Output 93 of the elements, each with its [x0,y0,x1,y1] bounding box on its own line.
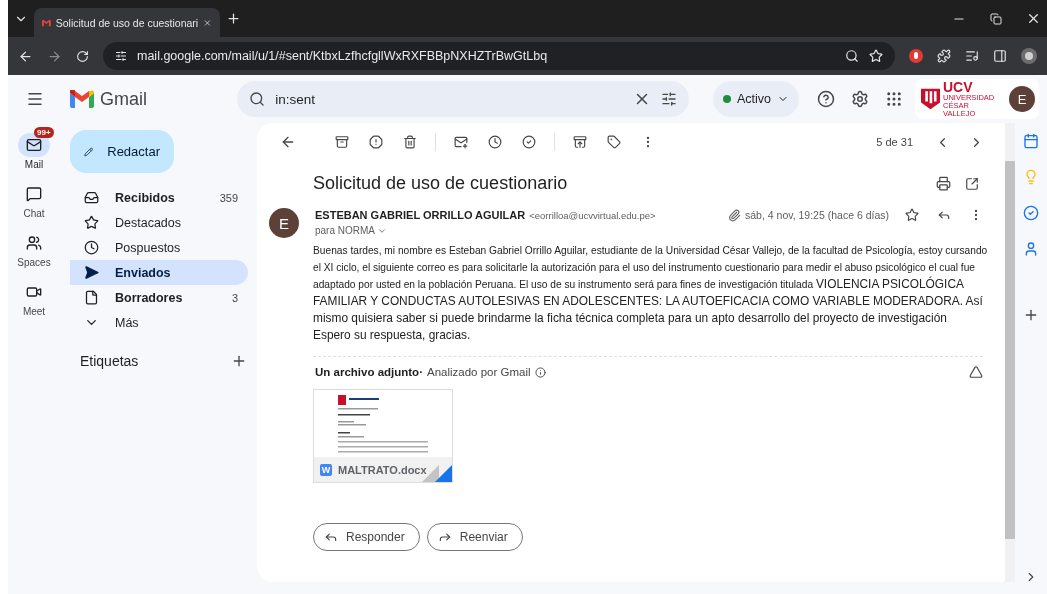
reload-icon[interactable] [76,49,89,63]
message-subject: Solicitud de uso de cuestionario [313,173,569,194]
sender-name: ESTEBAN GABRIEL ORRILLO AGUILAR [315,209,526,221]
profile-icon[interactable] [1021,48,1037,64]
mark-unread-icon[interactable] [454,135,468,149]
star-icon[interactable] [905,208,919,222]
contacts-icon[interactable] [1023,241,1039,257]
compose-button[interactable]: Redactar [70,130,174,173]
folder-item[interactable]: Más [70,310,248,335]
label-icon[interactable] [607,135,621,149]
add-icon[interactable] [1023,307,1039,323]
message-paragraph: Buenas tardes, mi nombre es Esteban Gabriel Orrillo Aguilar, estudiante de la Universidad César Vallejo, de la facultad de Psicología, estoy cursando el XI ciclo, el siguiente correo es para solicitarle la autorización para el uso del instrumento cuestionario para medir el abuso psicológico el cual fue adaptado por usted en la población Peruana. El uso de su instrumento será para fines de investigación titulada VIOLENCIA PSICOLÓGICA FAMILIAR Y CONDUCTAS AUTOLESIVAS EN ADOLESCENTES: LA AUTOEFICACIA COMO VARIABLE MODERADORA. Así mismo quisiera saber si puede brindarme la ficha técnica completa para un apto desarrollo del proyecto de investigación [313,244,989,327]
forward-button[interactable]: Reenviar [426,523,523,551]
new-window-icon[interactable] [965,176,979,191]
document-icon [84,290,99,305]
file-name: MALTRATO.docx [338,463,427,476]
message-date: sáb, 4 nov, 19:25 (hace 6 días) [745,209,889,221]
close-icon[interactable] [1026,11,1041,26]
shield-logo-icon [921,87,940,111]
scrollbar-thumb[interactable] [1005,161,1015,539]
people-icon [26,235,42,251]
labels-heading: Etiquetas [80,353,139,369]
reply-icon[interactable] [937,208,951,222]
status-dot-icon [722,95,731,103]
paperclip-icon [728,208,741,222]
back-icon[interactable] [280,134,296,150]
status-button[interactable]: Activo [712,81,799,117]
tab-title: Solicitud de uso de cuestionari [55,16,199,29]
side-panel-icon[interactable] [993,49,1007,63]
help-icon[interactable] [817,90,835,108]
new-tab-icon[interactable] [226,11,241,26]
attachment-heading: Un archivo adjunto· [315,366,423,378]
rail-item[interactable]: Chat [10,175,58,219]
browser-tab[interactable]: Solicitud de uso de cuestionari [34,8,220,37]
clock-icon [84,240,99,255]
rail-item[interactable]: 99+ Mail [10,126,58,170]
mail-icon [26,137,42,153]
app-name: Gmail [100,88,147,110]
archive-icon[interactable] [335,135,349,149]
gmail-logo-icon [70,90,94,108]
settings-icon[interactable] [851,90,869,108]
site-info-icon [115,50,127,62]
reply-button[interactable]: Responder [313,523,420,551]
address-bar[interactable]: mail.google.com/mail/u/1/#sent/KtbxLzfhcfgllWxRXFBBpNXHZTrBwGtLbq [103,42,895,70]
tasks-icon[interactable] [1023,205,1039,221]
search-icon [249,91,266,107]
word-icon: W [320,463,332,476]
inbox-icon [84,190,99,205]
scan-note: Analizado por Gmail [427,366,531,378]
reply-icon [324,530,338,544]
spam-icon[interactable] [369,135,383,149]
send-icon [84,265,99,280]
print-icon[interactable] [936,176,951,191]
rail-item[interactable]: Meet [10,273,58,317]
unread-badge: 99+ [34,127,54,138]
back-icon[interactable] [18,48,33,64]
forward-icon[interactable] [47,48,62,64]
filter-icon[interactable] [660,91,677,107]
chat-icon [26,186,42,202]
media-icon[interactable] [965,49,979,63]
delete-icon[interactable] [403,135,417,149]
forward-icon [437,530,452,544]
folder-item[interactable]: Enviados [70,260,248,285]
add-label-icon[interactable] [231,353,247,369]
message-paragraph: Espero su respuesta, gracias. [313,327,472,344]
folder-item[interactable]: Borradores 3 [70,285,248,310]
account-avatar[interactable]: E [1009,86,1035,112]
video-icon [26,284,42,300]
extension-icon[interactable] [909,49,923,63]
url-text: mail.google.com/mail/u/1/#sent/KtbxLzfhcfgllWxRXFBBpNXHZTrBwGtLbq [137,49,549,63]
folder-item[interactable]: Destacados [70,210,248,235]
folder-item[interactable]: Pospuestos [70,235,248,260]
apps-icon[interactable] [885,90,903,108]
recipient-toggle[interactable]: para NORMA [315,225,983,236]
folder-item[interactable]: Recibidos 359 [70,185,248,210]
sender-avatar: E [269,208,299,238]
rail-item[interactable]: Spaces [9,224,59,268]
move-icon[interactable] [573,135,587,149]
search-field[interactable]: in:sent [237,81,689,117]
attachment-card[interactable]: W MALTRATO.docx [313,389,453,483]
calendar-icon[interactable] [1023,133,1039,149]
sender-email: <eorrilloa@ucvvirtual.edu.pe> [529,209,656,221]
info-icon[interactable] [534,366,546,378]
search-icon[interactable] [845,49,859,63]
drive-icon[interactable] [969,365,983,379]
extensions-icon[interactable] [937,49,951,63]
mail-logo-icon [42,17,51,28]
snooze-icon[interactable] [488,135,502,149]
restore-icon[interactable] [990,12,1002,25]
menu-icon[interactable] [26,90,44,108]
add-task-icon[interactable] [522,135,536,149]
star-icon [84,215,99,230]
pager-text: 5 de 31 [876,136,913,148]
